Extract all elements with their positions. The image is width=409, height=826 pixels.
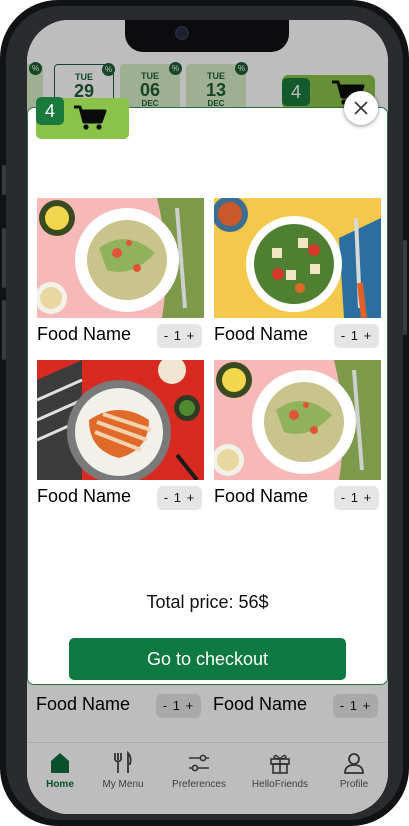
- food-card[interactable]: Food Name - 1 +: [37, 198, 204, 348]
- food-image: [37, 360, 204, 480]
- pasta-zucchini-salad-image: [37, 198, 204, 318]
- food-name: Food Name: [37, 486, 132, 506]
- side-button: [403, 240, 407, 335]
- food-card[interactable]: Food Name - 1 +: [37, 360, 204, 510]
- food-name: Food Name: [214, 324, 309, 344]
- close-button[interactable]: [344, 91, 378, 125]
- phone-frame: % TUE 29 % TUE 06 DEC % TUE 13 DEC % 4 F…: [0, 0, 409, 826]
- food-image: [214, 360, 381, 480]
- food-row: Food Name - 1 +: [37, 483, 204, 510]
- close-icon: [354, 101, 368, 115]
- food-image: [37, 198, 204, 318]
- food-row: Food Name - 1 +: [214, 483, 381, 510]
- food-row: Food Name - 1 +: [214, 321, 381, 348]
- food-card[interactable]: Food Name - 1 +: [214, 198, 381, 348]
- rice-carrot-bowl-image: [37, 360, 204, 480]
- side-button: [2, 228, 6, 288]
- food-row: Food Name - 1 +: [37, 321, 204, 348]
- phone-screen: % TUE 29 % TUE 06 DEC % TUE 13 DEC % 4 F…: [27, 20, 388, 814]
- notch: [125, 20, 289, 52]
- quantity-stepper[interactable]: - 1 +: [334, 486, 379, 510]
- paneer-spinach-tomato-bowl-image: [214, 198, 381, 318]
- side-button: [2, 300, 6, 360]
- modal-cart-badge[interactable]: 4: [36, 97, 129, 139]
- total-price: Total price: 56$: [146, 592, 269, 612]
- pasta-zucchini-salad-image: [214, 360, 381, 480]
- camera: [175, 26, 189, 40]
- checkout-button[interactable]: Go to checkout: [69, 638, 346, 680]
- food-name: Food Name: [37, 324, 132, 344]
- food-image: [214, 198, 381, 318]
- quantity-stepper[interactable]: - 1 +: [157, 324, 202, 348]
- quantity-stepper[interactable]: - 1 +: [157, 486, 202, 510]
- side-button: [2, 165, 6, 195]
- food-name: Food Name: [214, 486, 309, 506]
- food-card[interactable]: Food Name - 1 +: [214, 360, 381, 510]
- cart-icon: [74, 105, 107, 130]
- cart-modal: Food Name - 1 + Food Name - 1 + Food Nam…: [28, 108, 387, 684]
- cart-count-badge: 4: [36, 97, 64, 125]
- quantity-stepper[interactable]: - 1 +: [334, 324, 379, 348]
